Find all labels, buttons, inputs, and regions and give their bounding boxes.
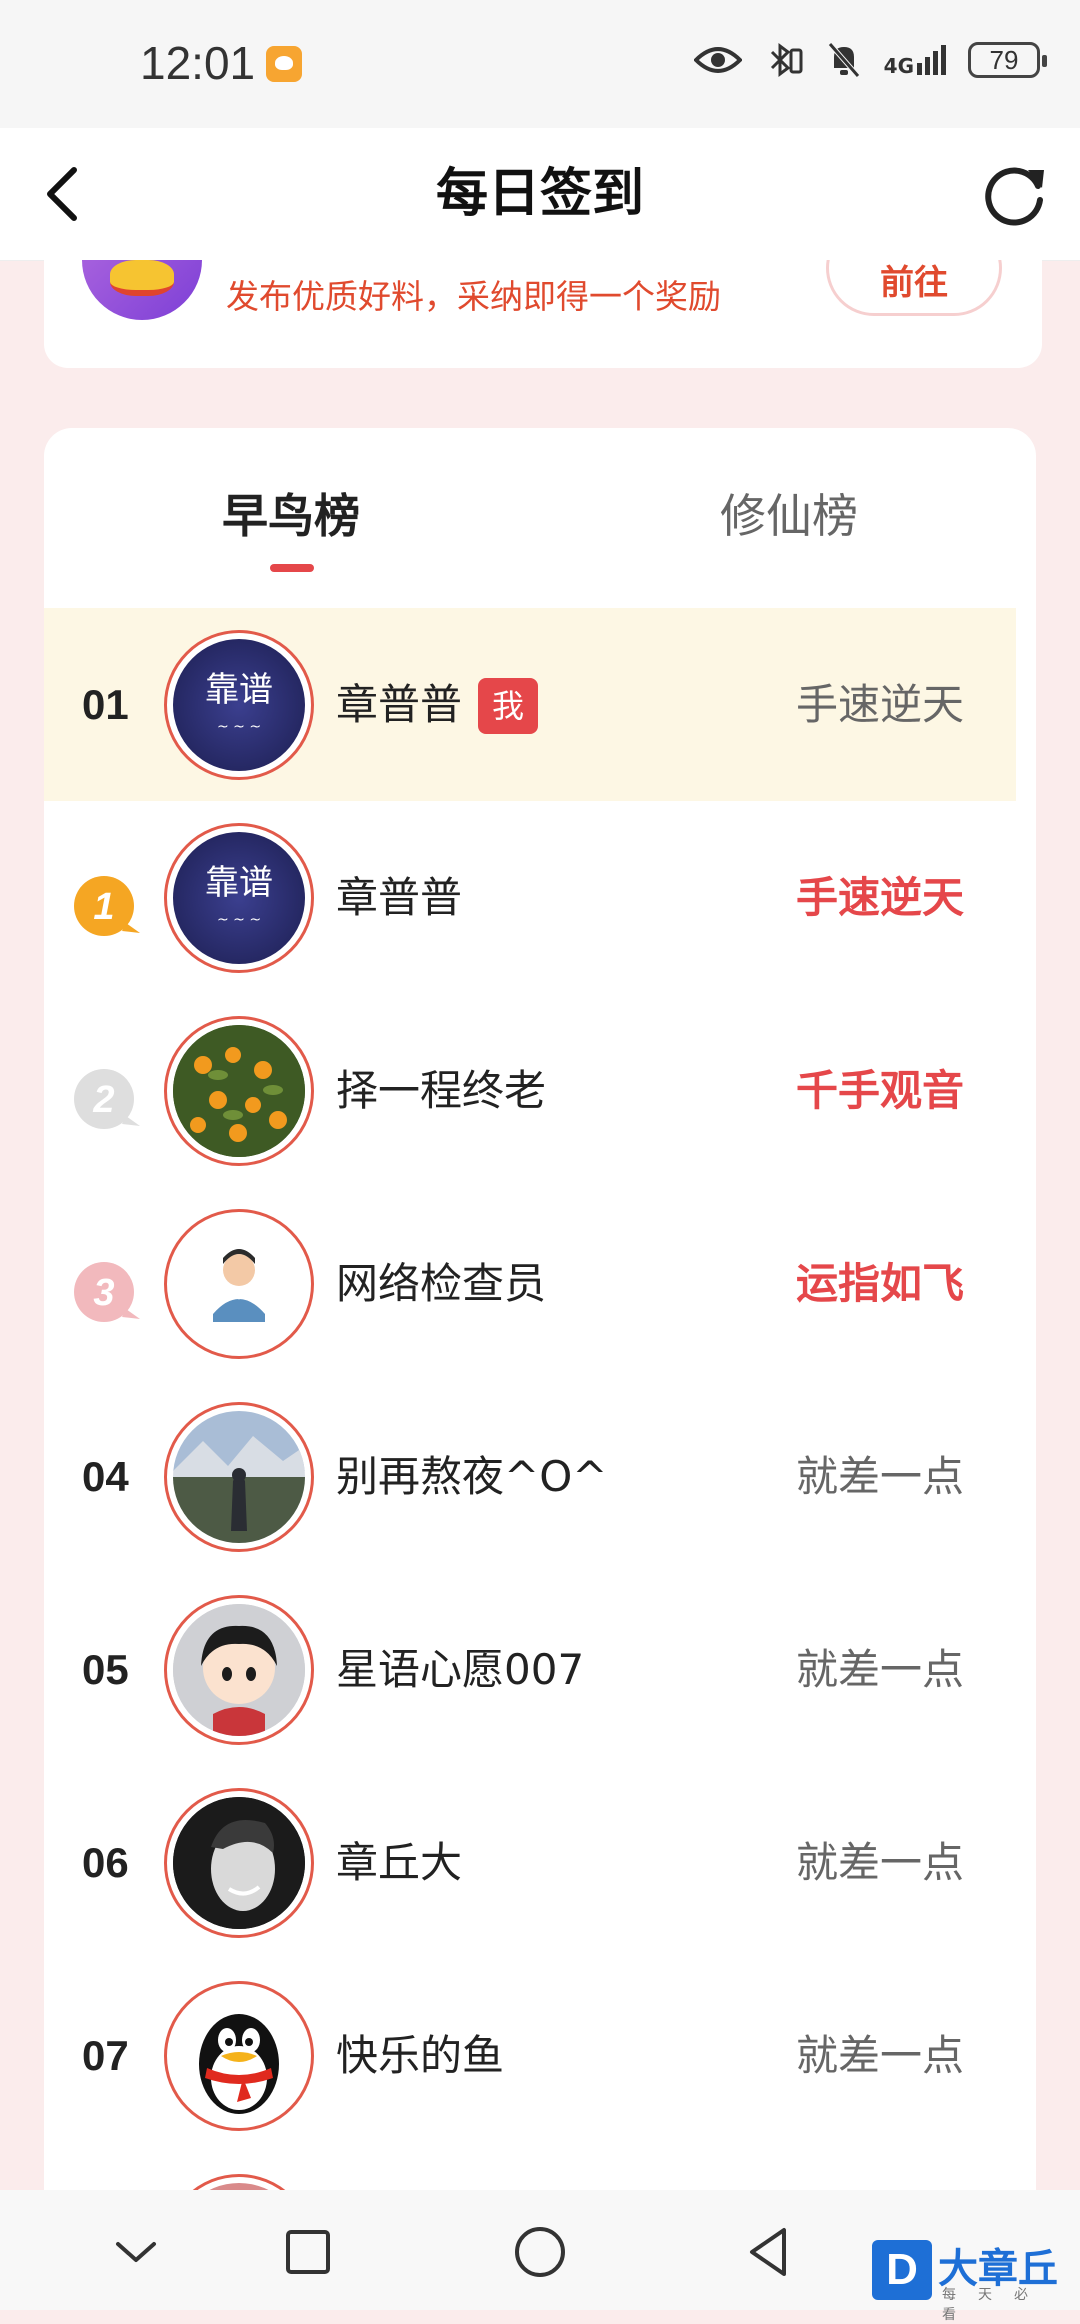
rank-row[interactable]: 06 章丘大 就差一点 <box>44 1766 1016 1959</box>
mute-bell-icon <box>827 42 860 78</box>
me-badge: 我 <box>478 678 538 734</box>
user-name: 星语心愿007 <box>336 1645 585 1694</box>
status-icons: 4G 79 <box>693 40 1047 80</box>
active-tab-indicator <box>270 564 314 572</box>
rank-row[interactable]: 04 别再熬夜^O^ 就差一点 <box>44 1380 1016 1573</box>
svg-text:~ ~ ~: ~ ~ ~ <box>217 912 261 928</box>
rank-number: 05 <box>82 1646 129 1693</box>
user-name: 择一程终老 <box>336 1066 547 1115</box>
my-rank-row[interactable]: 01 靠谱 ~ ~ ~ 章普普 我 手速逆天 <box>44 608 1016 801</box>
avatar[interactable] <box>164 1595 314 1745</box>
user-name: 别再熬夜^O^ <box>336 1452 608 1501</box>
svg-text:2: 2 <box>92 1079 114 1121</box>
svg-text:靠谱: 靠谱 <box>205 670 273 710</box>
eye-icon <box>693 47 742 73</box>
watermark-logo: D 大章丘 每天必看 <box>872 2240 1072 2323</box>
rank-row[interactable]: 07 快乐的鱼 就差一点 <box>44 1959 1016 2152</box>
rank-number: 06 <box>82 1839 129 1886</box>
rank-tag: 就差一点 <box>795 1838 964 1887</box>
avatar[interactable] <box>164 1981 314 2131</box>
rank-number: 01 <box>82 681 129 728</box>
rank-tag: 手速逆天 <box>795 873 964 922</box>
user-name: 快乐的鱼 <box>336 2031 505 2080</box>
svg-text:3: 3 <box>93 1272 114 1314</box>
watermark-subtext: 每天必看 <box>942 2287 1050 2323</box>
app-header: 每日签到 <box>0 128 1080 261</box>
app-notification-icon <box>266 46 302 82</box>
battery-level: 79 <box>989 44 1019 75</box>
gold-medal-1-icon: 1 <box>74 876 140 936</box>
avatar[interactable] <box>164 1402 314 1552</box>
avatar[interactable] <box>164 1209 314 1359</box>
user-name: 章普普 <box>336 680 463 729</box>
promo-text: 发布优质好料，采纳即得一个奖励 <box>226 277 721 316</box>
rank-tag: 运指如飞 <box>795 1259 964 1308</box>
status-time: 12:01 <box>140 37 256 89</box>
tab-early-bird[interactable]: 早鸟榜 <box>222 488 360 544</box>
user-name: 章丘大 <box>336 1838 463 1887</box>
silver-medal-2-icon: 2 <box>74 1069 140 1129</box>
page-title: 每日签到 <box>435 164 644 224</box>
network-type: 4G <box>883 54 914 78</box>
promo-go-button[interactable]: 前往 <box>826 260 1002 316</box>
bronze-medal-3-icon: 3 <box>74 1262 140 1322</box>
battery-icon: 79 <box>968 42 1047 78</box>
rank-tag: 千手观音 <box>795 1066 964 1115</box>
rank-number: 07 <box>82 2032 129 2079</box>
user-name: 章普普 <box>336 873 463 922</box>
rank-row[interactable]: 2 择一程终老 千手观音 <box>44 994 1016 1187</box>
status-bar: 12:01 4G 79 <box>0 0 1080 128</box>
home-circle-icon[interactable] <box>508 2220 572 2284</box>
promo-card: 发布优质好料，采纳即得一个奖励 前往 <box>44 260 1042 368</box>
user-name: 网络检查员 <box>336 1259 547 1308</box>
rank-row[interactable]: 05 星语心愿007 就差一点 <box>44 1573 1016 1766</box>
watermark-letter: D <box>872 2240 932 2300</box>
ranking-card: 早鸟榜 修仙榜 01 靠谱 ~ ~ ~ 章普普 我 手速逆天 1 靠谱 ~ ~ ~ … <box>44 428 1036 2278</box>
recent-apps-square-icon[interactable] <box>276 2220 340 2284</box>
rank-row[interactable]: 1 靠谱 ~ ~ ~ 章普普 手速逆天 <box>44 801 1016 994</box>
svg-text:1: 1 <box>93 886 114 928</box>
rank-tag: 手速逆天 <box>795 680 964 729</box>
gift-bag-icon <box>82 260 202 320</box>
rank-tag: 就差一点 <box>795 2031 964 2080</box>
bluetooth-icon <box>770 43 803 77</box>
ranking-tabs: 早鸟榜 修仙榜 <box>44 428 1036 608</box>
svg-text:~ ~ ~: ~ ~ ~ <box>217 719 261 735</box>
svg-text:靠谱: 靠谱 <box>205 863 273 903</box>
avatar[interactable]: 靠谱 ~ ~ ~ <box>164 630 314 780</box>
rank-row[interactable]: 3 网络检查员 运指如飞 <box>44 1187 1016 1380</box>
avatar[interactable] <box>164 1788 314 1938</box>
back-triangle-icon[interactable] <box>738 2220 802 2284</box>
chevron-down-icon[interactable] <box>104 2220 168 2284</box>
refresh-icon[interactable] <box>976 156 1052 232</box>
tab-immortal[interactable]: 修仙榜 <box>720 488 858 544</box>
signal-indicator: 4G <box>883 45 946 78</box>
avatar[interactable]: 靠谱 ~ ~ ~ <box>164 823 314 973</box>
rank-number: 04 <box>82 1453 129 1500</box>
rank-tag: 就差一点 <box>795 1645 964 1694</box>
rank-tag: 就差一点 <box>795 1452 964 1501</box>
avatar[interactable] <box>164 1016 314 1166</box>
